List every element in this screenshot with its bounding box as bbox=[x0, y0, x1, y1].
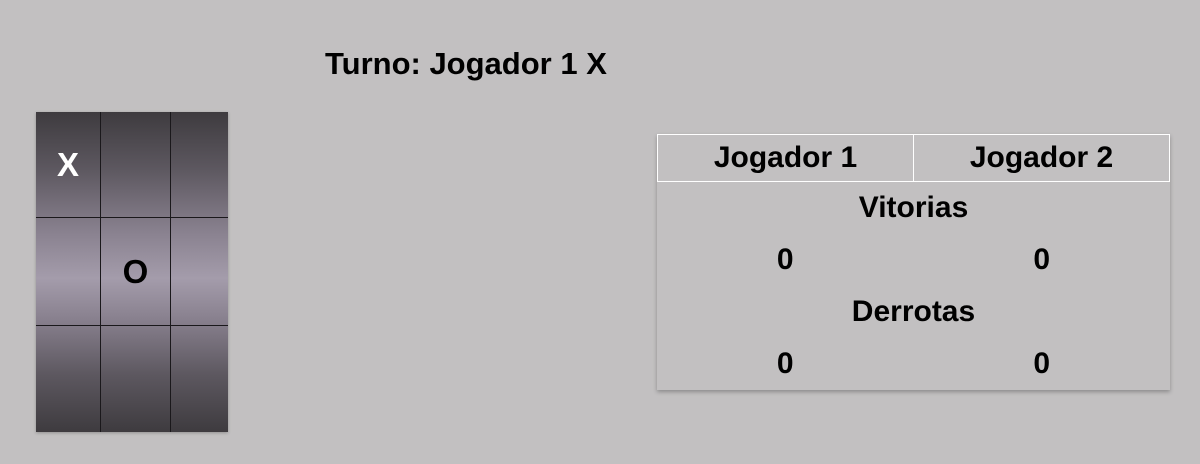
scoreboard-header: Jogador 1 Jogador 2 bbox=[657, 134, 1170, 182]
board-cell-1-2[interactable] bbox=[101, 112, 171, 218]
player-2-losses: 0 bbox=[1033, 347, 1051, 380]
scoreboard: Jogador 1 Jogador 2 Vitorias 0 0 Derrota… bbox=[657, 134, 1170, 390]
board-cell-2-2[interactable]: O bbox=[101, 218, 171, 326]
player-2-wins: 0 bbox=[1033, 243, 1051, 276]
board-cell-3-3[interactable] bbox=[171, 326, 228, 432]
board-cell-3-1[interactable] bbox=[36, 326, 101, 432]
game-board: X O bbox=[36, 112, 228, 432]
player-1-wins: 0 bbox=[776, 243, 794, 276]
player-1-header: Jogador 1 bbox=[713, 141, 858, 174]
losses-label: Derrotas bbox=[851, 295, 976, 328]
board-cell-2-1[interactable] bbox=[36, 218, 101, 326]
losses-row: 0 0 bbox=[657, 338, 1170, 390]
wins-label: Vitorias bbox=[858, 191, 969, 224]
board-cell-2-3[interactable] bbox=[171, 218, 228, 326]
wins-row: 0 0 bbox=[657, 234, 1170, 286]
board-cell-1-1[interactable]: X bbox=[36, 112, 101, 218]
board-cell-1-3[interactable] bbox=[171, 112, 228, 218]
player-1-losses: 0 bbox=[776, 347, 794, 380]
turn-indicator: Turno: Jogador 1 X bbox=[325, 46, 607, 81]
player-2-header: Jogador 2 bbox=[913, 135, 1169, 181]
board-cell-3-2[interactable] bbox=[101, 326, 171, 432]
